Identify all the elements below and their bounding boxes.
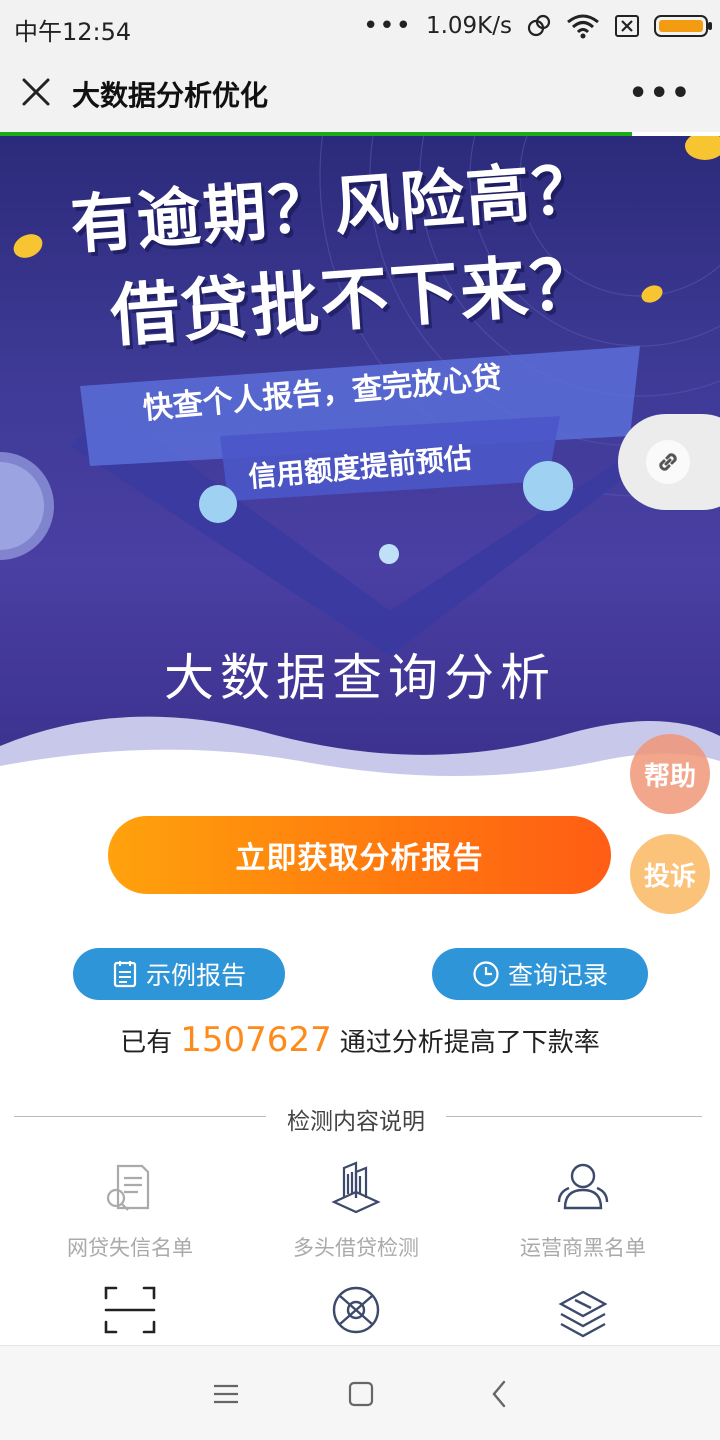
feature-item — [246, 1280, 466, 1344]
battery-level — [659, 20, 703, 32]
share-link-button[interactable] — [618, 414, 720, 510]
complaint-button[interactable]: 投诉 — [630, 834, 710, 914]
users-icon — [557, 1163, 609, 1210]
wifi-icon — [567, 14, 599, 39]
section-divider-left — [14, 1116, 266, 1117]
stats-line: 已有 1507627 通过分析提高了下款率 — [0, 1020, 720, 1060]
query-history-button[interactable]: 查询记录 — [432, 948, 648, 1000]
sample-report-label: 示例报告 — [145, 961, 246, 990]
layers-icon — [558, 1290, 608, 1338]
battery-icon — [654, 15, 712, 37]
feature-item: 网贷失信名单 — [20, 1158, 240, 1262]
section-title: 检测内容说明 — [287, 1109, 425, 1135]
scan-icon — [104, 1286, 156, 1334]
hero-banner: 有逾期？风险高？ 借贷批不下来？ 快查个人报告，查完放心贷 信用额度提前预估 大… — [0, 136, 720, 796]
notification-dots-icon: ••• — [362, 11, 412, 41]
system-nav-bar — [0, 1345, 720, 1440]
menu-icon[interactable] — [208, 1376, 244, 1412]
back-icon[interactable] — [482, 1376, 518, 1412]
document-icon — [106, 1164, 150, 1211]
feature-item: 多头借贷检测 — [246, 1158, 466, 1262]
get-report-button[interactable]: 立即获取分析报告 — [108, 816, 611, 894]
title-bar: 大数据分析优化 ••• — [0, 52, 720, 132]
status-bar: 中午12:54 ••• 1.09K/s — [0, 0, 720, 52]
close-icon[interactable] — [18, 74, 54, 110]
status-time: 中午12:54 — [14, 18, 132, 46]
feature-label: 网贷失信名单 — [67, 1236, 193, 1260]
feature-label: 运营商黑名单 — [520, 1236, 646, 1260]
help-button[interactable]: 帮助 — [630, 734, 710, 814]
status-icons: ••• 1.09K/s — [362, 10, 712, 42]
feature-item: 运营商黑名单 — [473, 1158, 693, 1262]
globe-icon — [332, 1286, 380, 1334]
stats-prefix: 已有 — [120, 1028, 173, 1058]
feature-label: 多头借贷检测 — [293, 1236, 419, 1260]
sample-report-button[interactable]: 示例报告 — [73, 948, 285, 1000]
page-title: 大数据分析优化 — [72, 79, 269, 112]
feature-item — [20, 1280, 240, 1344]
alarm-icon — [527, 14, 551, 37]
link-icon — [646, 440, 690, 484]
more-options-button[interactable]: ••• — [628, 76, 692, 111]
stats-suffix: 通过分析提高了下款率 — [339, 1028, 600, 1058]
feature-item — [473, 1280, 693, 1344]
clock-icon — [473, 961, 499, 987]
stats-count: 1507627 — [180, 1020, 332, 1060]
banner-subtitle: 大数据查询分析 — [164, 649, 556, 707]
query-history-label: 查询记录 — [507, 961, 608, 990]
sim-blocked-icon — [615, 15, 639, 37]
section-divider-right — [446, 1116, 702, 1117]
network-speed: 1.09K/s — [425, 13, 512, 39]
home-icon[interactable] — [343, 1376, 379, 1412]
report-icon — [113, 961, 137, 988]
building-icon — [331, 1161, 381, 1214]
